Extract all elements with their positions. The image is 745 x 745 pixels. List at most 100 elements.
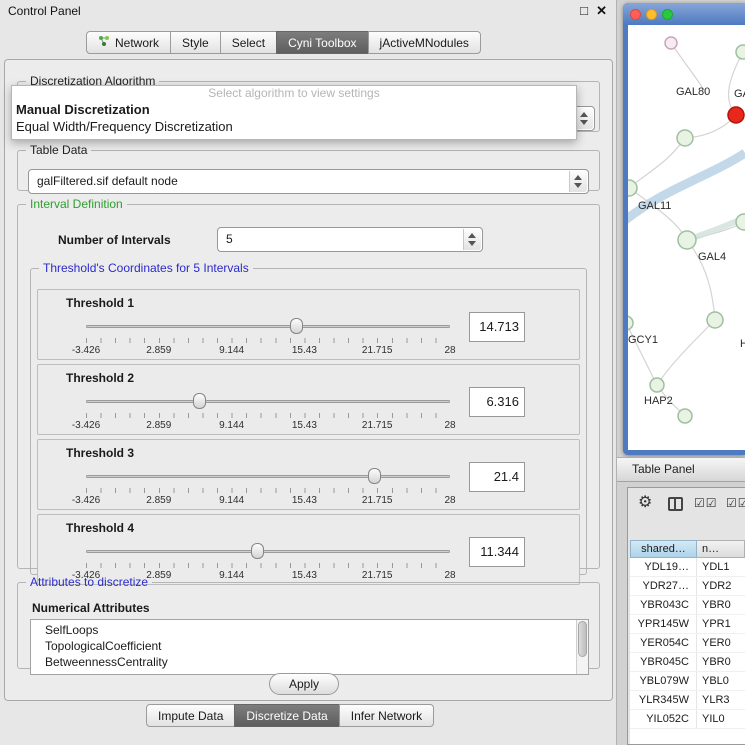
- tab-infer-network[interactable]: Infer Network: [339, 704, 434, 727]
- network-node[interactable]: [707, 312, 723, 328]
- stepper-icon[interactable]: [575, 108, 593, 129]
- table-row[interactable]: YER054CYER0: [630, 634, 745, 653]
- table-row[interactable]: YBR043CYBR0: [630, 596, 745, 615]
- threshold-label: Threshold 4: [66, 521, 134, 535]
- zoom-traffic-light-icon[interactable]: [662, 9, 673, 20]
- tab-cyni-toolbox[interactable]: Cyni Toolbox: [276, 31, 368, 54]
- slider-thumb[interactable]: [251, 543, 264, 559]
- threshold-value-field[interactable]: 14.713: [469, 312, 525, 342]
- cell-shared-name: YPR145W: [630, 615, 697, 633]
- table-row[interactable]: YBL079WYBL0: [630, 672, 745, 691]
- list-scrollbar[interactable]: [576, 620, 588, 674]
- close-traffic-light-icon[interactable]: [630, 9, 641, 20]
- number-of-intervals-combobox[interactable]: 5: [217, 227, 483, 252]
- cell-name: YDR2: [697, 577, 745, 595]
- network-node[interactable]: [678, 231, 696, 249]
- table-row[interactable]: YLR345WYLR3: [630, 691, 745, 710]
- window-title: Control Panel: [8, 4, 81, 18]
- cell-name: YDL1: [697, 558, 745, 576]
- column-header-name[interactable]: n…: [697, 540, 745, 558]
- cell-shared-name: YBR045C: [630, 653, 697, 671]
- network-window-titlebar[interactable]: [623, 3, 745, 25]
- slider-scale-label: 28: [444, 345, 455, 356]
- stepper-icon[interactable]: [569, 171, 587, 192]
- threshold-value-field[interactable]: 6.316: [469, 387, 525, 417]
- threshold-1-slider[interactable]: -3.4262.8599.14415.4321.71528: [86, 316, 450, 360]
- attribute-list-item[interactable]: BetweennessCentrality: [31, 654, 575, 670]
- cell-shared-name: YDR27…: [630, 577, 697, 595]
- cell-shared-name: YDL19…: [630, 558, 697, 576]
- network-view-window[interactable]: GAL80 GA GAL11 GAL4 GCY1 H HAP2: [623, 3, 745, 455]
- cell-name: YIL0: [697, 710, 745, 728]
- network-node[interactable]: [628, 316, 633, 330]
- slider-track[interactable]: [86, 400, 450, 403]
- attribute-list-item[interactable]: TopologicalCoefficient: [31, 638, 575, 654]
- slider-scale-label: -3.426: [72, 345, 100, 356]
- slider-track[interactable]: [86, 475, 450, 478]
- group-label: Attributes to discretize: [26, 575, 152, 589]
- slider-thumb[interactable]: [193, 393, 206, 409]
- cell-shared-name: YER054C: [630, 634, 697, 652]
- network-node[interactable]: [628, 180, 637, 196]
- slider-track[interactable]: [86, 550, 450, 553]
- node-label: GAL4: [698, 251, 726, 263]
- minimize-traffic-light-icon[interactable]: [646, 9, 657, 20]
- network-node[interactable]: [736, 214, 745, 230]
- node-label-clipped: H: [740, 338, 745, 350]
- scrollbar-thumb[interactable]: [578, 621, 587, 657]
- algorithm-option-manual[interactable]: Manual Discretization: [12, 101, 576, 118]
- network-node[interactable]: [650, 378, 664, 392]
- control-panel-tabs: Network Style Select Cyni Toolbox jActiv…: [86, 31, 481, 54]
- table-panel-header[interactable]: Table Panel: [617, 457, 745, 482]
- table-row[interactable]: YDL19…YDL1: [630, 558, 745, 577]
- network-node[interactable]: [736, 45, 745, 59]
- table-row[interactable]: YPR145WYPR1: [630, 615, 745, 634]
- network-node[interactable]: [678, 409, 692, 423]
- slider-scale-label: -3.426: [72, 420, 100, 431]
- columns-icon[interactable]: [668, 497, 683, 511]
- slider-thumb[interactable]: [290, 318, 303, 334]
- list-items: SelfLoopsTopologicalCoefficientBetweenne…: [31, 622, 575, 670]
- close-icon[interactable]: ✕: [596, 3, 607, 19]
- threshold-3-slider[interactable]: -3.4262.8599.14415.4321.71528: [86, 466, 450, 510]
- table-row[interactable]: YBR045CYBR0: [630, 653, 745, 672]
- selected-network-node[interactable]: [728, 107, 744, 123]
- threshold-value-field[interactable]: 11.344: [469, 537, 525, 567]
- slider-thumb[interactable]: [368, 468, 381, 484]
- apply-button[interactable]: Apply: [269, 673, 339, 695]
- tab-style[interactable]: Style: [170, 31, 221, 54]
- stepper-icon[interactable]: [463, 229, 481, 250]
- table-row[interactable]: YIL052CYIL0: [630, 710, 745, 729]
- checkbox-pair-icon[interactable]: ☑☑: [726, 496, 745, 510]
- numerical-attributes-list[interactable]: SelfLoopsTopologicalCoefficientBetweenne…: [30, 619, 589, 675]
- cell-name: YBL0: [697, 672, 745, 690]
- algorithm-option-equal-width[interactable]: Equal Width/Frequency Discretization: [12, 118, 576, 135]
- network-node[interactable]: [677, 130, 693, 146]
- tab-select[interactable]: Select: [220, 31, 277, 54]
- threshold-2-slider[interactable]: -3.4262.8599.14415.4321.71528: [86, 391, 450, 435]
- attribute-list-item[interactable]: SelfLoops: [31, 622, 575, 638]
- tab-discretize-data[interactable]: Discretize Data: [234, 704, 339, 727]
- tab-impute-data[interactable]: Impute Data: [146, 704, 235, 727]
- float-window-icon[interactable]: □: [580, 3, 588, 18]
- slider-scale-label: 15.43: [292, 495, 317, 506]
- slider-ticks: [86, 488, 450, 493]
- tab-network[interactable]: Network: [86, 31, 171, 54]
- cyni-toolbox-panel: Discretization Algorithm Select algorith…: [4, 59, 613, 701]
- table-data-combobox[interactable]: galFiltered.sif default node: [28, 169, 589, 194]
- tab-jactivemnodules[interactable]: jActiveMNodules: [368, 31, 481, 54]
- column-header-shared[interactable]: shared…: [630, 540, 697, 558]
- network-node[interactable]: [665, 37, 677, 49]
- gear-icon[interactable]: ⚙: [638, 494, 652, 512]
- slider-scale-label: 2.859: [146, 420, 171, 431]
- table-row[interactable]: YDR27…YDR2: [630, 577, 745, 596]
- checkbox-pair-icon[interactable]: ☑☑: [694, 496, 718, 510]
- group-label: Table Data: [26, 143, 91, 157]
- network-canvas[interactable]: GAL80 GA GAL11 GAL4 GCY1 H HAP2: [628, 25, 745, 450]
- cell-shared-name: YBL079W: [630, 672, 697, 690]
- slider-track[interactable]: [86, 325, 450, 328]
- threshold-2-panel: Threshold 2 -3.4262.8599.14415.4321.7152…: [37, 364, 580, 435]
- table-column-headers: shared… n…: [630, 540, 745, 558]
- threshold-value-field[interactable]: 21.4: [469, 462, 525, 492]
- control-panel-window: Control Panel □ ✕ Network Style Select: [0, 0, 617, 745]
